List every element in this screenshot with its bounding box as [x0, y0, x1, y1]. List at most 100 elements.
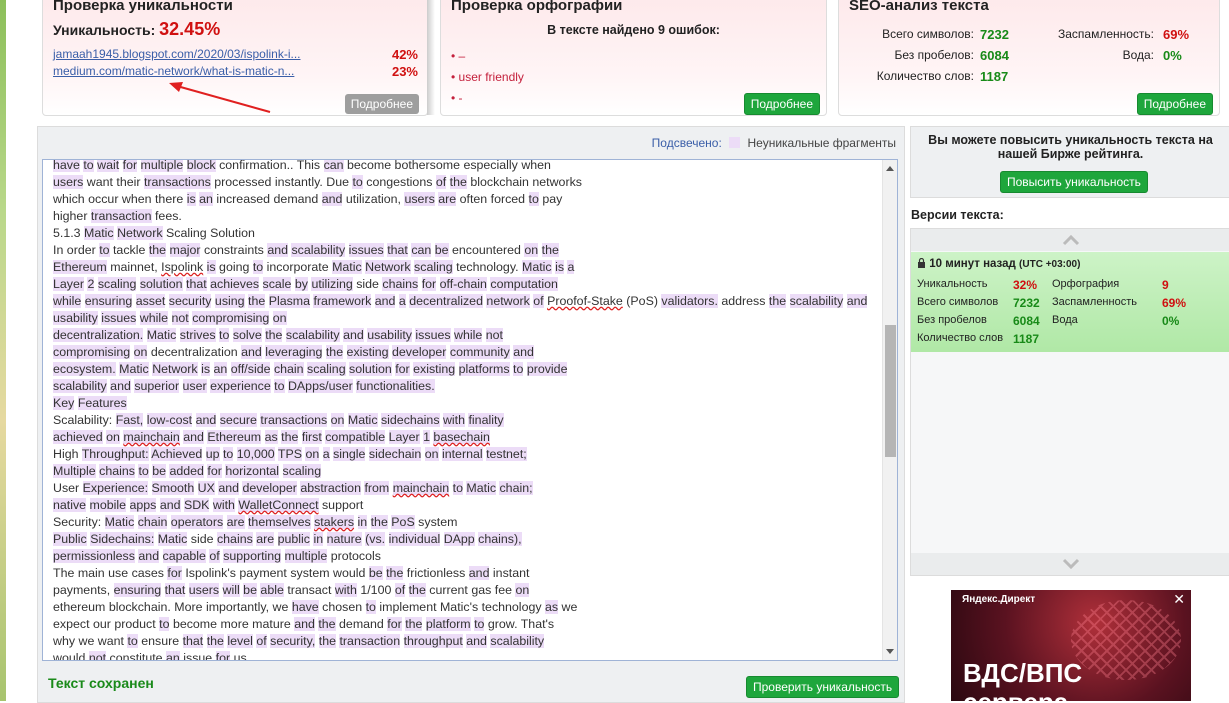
version-row-1: Уникальность 32% Орфография 9 — [917, 278, 1217, 292]
version-value: 1187 — [1013, 332, 1040, 346]
close-icon[interactable]: ✕ — [1173, 591, 1185, 608]
version-value: 0% — [1162, 314, 1180, 328]
ad-headline-2: сервера — [963, 687, 1068, 701]
text-line: User Experience: Smooth UX and developer… — [53, 481, 533, 495]
spelling-item-text: - — [458, 91, 463, 105]
versions-scroll-up[interactable] — [911, 229, 1229, 251]
version-label: Без пробелов — [917, 314, 987, 326]
version-label: Уникальность — [917, 278, 988, 290]
spelling-item-text: user friendly — [458, 70, 524, 84]
version-row-2: Всего символов 7232 Заспамленность 69% — [917, 296, 1217, 310]
text-line: The main use cases for Ispolink's paymen… — [53, 566, 530, 580]
spelling-item-1: • – — [451, 49, 465, 63]
seo-value: 7232 — [980, 27, 1009, 42]
version-row-4: Количество слов 1187 — [917, 332, 1217, 346]
text-line: have to wait for multiple block confirma… — [53, 159, 551, 172]
seo-value: 1187 — [980, 69, 1009, 84]
source-link-1[interactable]: jamaah1945.blogspot.com/2020/03/ispolink… — [53, 47, 418, 62]
boost-uniqueness-button[interactable]: Повысить уникальность — [1000, 171, 1148, 193]
source-url[interactable]: jamaah1945.blogspot.com/2020/03/ispolink… — [53, 47, 301, 61]
ad-label: Яндекс.Директ — [962, 594, 1036, 605]
source-link-2[interactable]: medium.com/matic-network/what-is-matic-n… — [53, 64, 418, 79]
seo-value: 6084 — [980, 48, 1009, 63]
versions-box: 10 минут назад (UTC +03:00) Уникальность… — [910, 228, 1229, 576]
text-line: Scalability: Fast, low-cost and secure t… — [53, 413, 504, 427]
seo-value: 69% — [1163, 27, 1190, 42]
version-label: Вода — [1052, 314, 1078, 326]
text-line: permissionless and capable of supporting… — [53, 549, 381, 563]
text-line: which occur when there is an increased d… — [53, 192, 563, 206]
version-row-3: Без пробелов 6084 Вода 0% — [917, 314, 1217, 328]
text-line: native mobile apps and SDK with WalletCo… — [53, 498, 364, 512]
text-line: payments, ensuring that users will be ab… — [53, 583, 530, 597]
text-line: achieved on mainchain and Ethereum as th… — [53, 430, 490, 444]
scroll-up-icon[interactable] — [886, 166, 894, 171]
versions-title: Версии текста: — [911, 208, 1004, 222]
scroll-thumb[interactable] — [885, 325, 896, 457]
text-content[interactable]: have to wait for multiple block confirma… — [53, 159, 868, 660]
version-label: Количество слов — [917, 332, 1004, 344]
bullet-icon: • — [451, 70, 459, 84]
left-background-strip — [0, 0, 6, 701]
bullet-icon: • — [451, 91, 459, 105]
seo-label: Количество слов: — [876, 69, 974, 83]
spelling-card: Проверка орфографии В тексте найдено 9 о… — [440, 0, 827, 116]
highlight-desc: Неуникальные фрагменты — [747, 136, 896, 150]
chevron-up-icon[interactable] — [1062, 234, 1080, 246]
text-editor[interactable]: have to wait for multiple block confirma… — [42, 159, 898, 661]
ad-headline: ВДС/ВПС — [963, 658, 1083, 688]
text-line: while ensuring asset security using the … — [53, 294, 868, 308]
spelling-item-3: • - — [451, 91, 463, 105]
text-line: ethereum blockchain. More importantly, w… — [53, 600, 578, 614]
uniqueness-more-button[interactable]: Подробнее — [344, 94, 419, 114]
uniqueness-summary: Уникальность: 32.45% — [53, 19, 220, 40]
card-divider — [427, 0, 435, 115]
text-line: Layer 2 scaling solution that achieves s… — [53, 277, 558, 291]
spelling-found: В тексте найдено 9 ошибок: — [547, 23, 720, 37]
seo-label: Всего символов: — [882, 27, 974, 41]
version-label: Всего символов — [917, 296, 999, 308]
text-line: High Throughput: Achieved up to 10,000 T… — [53, 447, 527, 461]
highlight-legend: Подсвечено: Неуникальные фрагменты — [652, 136, 896, 150]
uniqueness-title: Проверка уникальности — [53, 0, 233, 14]
editor-scrollbar[interactable] — [882, 160, 897, 660]
lock-icon — [918, 257, 925, 268]
text-line: users want their transactions processed … — [53, 175, 582, 189]
seo-label: Вода: — [1122, 48, 1154, 62]
text-line: would not constitute an issue for us. — [53, 650, 853, 660]
version-item[interactable]: 10 минут назад (UTC +03:00) Уникальность… — [911, 252, 1229, 352]
spelling-item-2: • user friendly — [451, 70, 524, 84]
text-line: expect our product to become more mature… — [53, 617, 555, 631]
version-value: 9 — [1162, 278, 1169, 292]
chevron-down-icon[interactable] — [1062, 558, 1080, 570]
text-line: Security: Matic chain operators are them… — [53, 515, 458, 529]
check-uniqueness-button[interactable]: Проверить уникальность — [746, 676, 900, 698]
version-label: Заспамленность — [1052, 296, 1137, 308]
seo-card: SEO-анализ текста Всего символов: 7232 З… — [838, 0, 1220, 116]
spelling-item-text: – — [458, 49, 466, 63]
ad-banner[interactable]: Яндекс.Директ ✕ ВДС/ВПС сервера — [951, 590, 1191, 701]
versions-scroll-down[interactable] — [911, 553, 1229, 575]
spelling-title: Проверка орфографии — [451, 0, 623, 14]
text-line: compromising on decentralization and lev… — [53, 345, 534, 359]
text-line: Multiple chains to be added for horizont… — [53, 464, 322, 478]
promo-box: Вы можете повысить уникальность текста н… — [910, 126, 1229, 198]
text-line: Ethereum mainnet, Ispolink is going to i… — [53, 260, 575, 274]
text-line: higher transaction fees. — [53, 209, 182, 223]
text-line: Key Features — [53, 396, 127, 410]
version-label: Орфография — [1052, 278, 1120, 290]
scroll-down-icon[interactable] — [886, 649, 894, 654]
version-value: 69% — [1162, 296, 1187, 310]
text-line: ecosystem. Matic Network is an off/side … — [53, 362, 568, 376]
text-line: Public Sidechains: Matic side chains are… — [53, 532, 522, 546]
spelling-more-button[interactable]: Подробнее — [743, 93, 820, 115]
bullet-icon: • — [451, 49, 459, 63]
source-url[interactable]: medium.com/matic-network/what-is-matic-n… — [53, 64, 294, 78]
text-line: decentralization. Matic strives to solve… — [53, 328, 503, 342]
saved-status: Текст сохранен — [48, 675, 154, 691]
seo-title: SEO-анализ текста — [849, 0, 989, 14]
seo-more-button[interactable]: Подробнее — [1136, 93, 1213, 115]
highlight-label: Подсвечено: — [651, 136, 722, 150]
seo-value: 0% — [1163, 48, 1182, 63]
promo-text: Вы можете повысить уникальность текста н… — [928, 133, 1213, 161]
